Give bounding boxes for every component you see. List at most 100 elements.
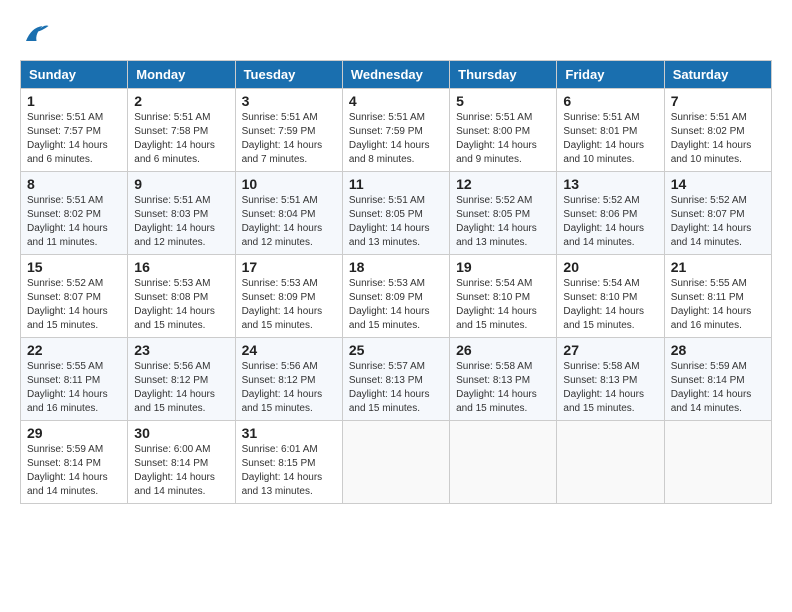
day-info: Sunrise: 5:53 AMSunset: 8:09 PMDaylight:… [242,277,336,333]
calendar-day-cell: 7 Sunrise: 5:51 AMSunset: 8:02 PMDaylight… [664,89,771,172]
day-info: Sunrise: 5:58 AMSunset: 8:13 PMDaylight:… [563,360,657,416]
calendar-day-cell: 23 Sunrise: 5:56 AMSunset: 8:12 PMDayligh… [128,338,235,421]
day-info: Sunrise: 5:55 AMSunset: 8:11 PMDaylight:… [671,277,765,333]
day-info: Sunrise: 5:51 AMSunset: 8:04 PMDaylight:… [242,194,336,250]
day-number: 25 [349,342,443,358]
calendar-day-cell: 4 Sunrise: 5:51 AMSunset: 7:59 PMDaylight… [342,89,449,172]
day-number: 18 [349,259,443,275]
calendar-week-row: 22Sunrise: 5:55 AMSunset: 8:11 PMDayligh… [21,338,772,421]
calendar-day-cell: 1 Sunrise: 5:51 AMSunset: 7:57 PMDaylight… [21,89,128,172]
calendar-day-cell: 13Sunrise: 5:52 AMSunset: 8:06 PMDayligh… [557,172,664,255]
day-number: 22 [27,342,121,358]
day-number: 13 [563,176,657,192]
logo [20,20,54,50]
calendar-day-cell: 16 Sunrise: 5:53 AMSunset: 8:08 PMDayligh… [128,255,235,338]
day-info: Sunrise: 5:54 AMSunset: 8:10 PMDaylight:… [563,277,657,333]
calendar-week-row: 8 Sunrise: 5:51 AMSunset: 8:02 PMDaylight… [21,172,772,255]
day-of-week-header: Wednesday [342,61,449,89]
calendar-day-cell [342,421,449,504]
calendar-day-cell: 25 Sunrise: 5:57 AMSunset: 8:13 PMDayligh… [342,338,449,421]
day-number: 21 [671,259,765,275]
calendar-body: 1 Sunrise: 5:51 AMSunset: 7:57 PMDaylight… [21,89,772,504]
day-info: Sunrise: 5:54 AMSunset: 8:10 PMDaylight:… [456,277,550,333]
calendar-day-cell: 8 Sunrise: 5:51 AMSunset: 8:02 PMDaylight… [21,172,128,255]
day-number: 8 [27,176,121,192]
calendar-day-cell: 30 Sunrise: 6:00 AMSunset: 8:14 PMDayligh… [128,421,235,504]
calendar-day-cell [450,421,557,504]
day-info: Sunrise: 5:52 AMSunset: 8:07 PMDaylight:… [671,194,765,250]
day-number: 29 [27,425,121,441]
page-header [20,20,772,50]
calendar-day-cell: 24 Sunrise: 5:56 AMSunset: 8:12 PMDayligh… [235,338,342,421]
day-number: 4 [349,93,443,109]
day-number: 3 [242,93,336,109]
day-info: Sunrise: 5:51 AMSunset: 7:57 PMDaylight:… [27,111,121,167]
calendar-day-cell: 10Sunrise: 5:51 AMSunset: 8:04 PMDayligh… [235,172,342,255]
day-number: 30 [134,425,228,441]
calendar-day-cell: 29 Sunrise: 5:59 AMSunset: 8:14 PMDayligh… [21,421,128,504]
day-number: 5 [456,93,550,109]
calendar-day-cell: 6Sunrise: 5:51 AMSunset: 8:01 PMDaylight… [557,89,664,172]
day-info: Sunrise: 5:51 AMSunset: 8:01 PMDaylight:… [563,111,657,167]
day-of-week-header: Saturday [664,61,771,89]
calendar-day-cell: 12 Sunrise: 5:52 AMSunset: 8:05 PMDayligh… [450,172,557,255]
calendar-day-cell: 5 Sunrise: 5:51 AMSunset: 8:00 PMDaylight… [450,89,557,172]
calendar-day-cell: 14 Sunrise: 5:52 AMSunset: 8:07 PMDayligh… [664,172,771,255]
day-info: Sunrise: 5:51 AMSunset: 8:05 PMDaylight:… [349,194,443,250]
day-number: 20 [563,259,657,275]
day-info: Sunrise: 6:01 AMSunset: 8:15 PMDaylight:… [242,443,336,499]
day-of-week-header: Sunday [21,61,128,89]
day-number: 19 [456,259,550,275]
day-of-week-header: Tuesday [235,61,342,89]
day-info: Sunrise: 5:59 AMSunset: 8:14 PMDaylight:… [27,443,121,499]
calendar-week-row: 1 Sunrise: 5:51 AMSunset: 7:57 PMDaylight… [21,89,772,172]
day-number: 23 [134,342,228,358]
day-info: Sunrise: 5:56 AMSunset: 8:12 PMDaylight:… [134,360,228,416]
day-number: 7 [671,93,765,109]
day-number: 27 [563,342,657,358]
calendar-table: SundayMondayTuesdayWednesdayThursdayFrid… [20,60,772,504]
day-number: 12 [456,176,550,192]
day-of-week-header: Monday [128,61,235,89]
day-number: 2 [134,93,228,109]
day-number: 9 [134,176,228,192]
calendar-day-cell: 15 Sunrise: 5:52 AMSunset: 8:07 PMDayligh… [21,255,128,338]
day-info: Sunrise: 5:51 AMSunset: 8:02 PMDaylight:… [671,111,765,167]
day-info: Sunrise: 5:51 AMSunset: 8:03 PMDaylight:… [134,194,228,250]
calendar-day-cell: 27 Sunrise: 5:58 AMSunset: 8:13 PMDayligh… [557,338,664,421]
calendar-day-cell [557,421,664,504]
day-info: Sunrise: 6:00 AMSunset: 8:14 PMDaylight:… [134,443,228,499]
day-number: 14 [671,176,765,192]
calendar-day-cell: 18Sunrise: 5:53 AMSunset: 8:09 PMDayligh… [342,255,449,338]
day-number: 24 [242,342,336,358]
calendar-day-cell: 2Sunrise: 5:51 AMSunset: 7:58 PMDaylight… [128,89,235,172]
calendar-day-cell: 19 Sunrise: 5:54 AMSunset: 8:10 PMDayligh… [450,255,557,338]
day-info: Sunrise: 5:58 AMSunset: 8:13 PMDaylight:… [456,360,550,416]
day-info: Sunrise: 5:51 AMSunset: 8:00 PMDaylight:… [456,111,550,167]
calendar-day-cell: 21 Sunrise: 5:55 AMSunset: 8:11 PMDayligh… [664,255,771,338]
logo-icon [20,20,50,50]
day-number: 15 [27,259,121,275]
day-number: 26 [456,342,550,358]
calendar-day-cell: 28 Sunrise: 5:59 AMSunset: 8:14 PMDayligh… [664,338,771,421]
calendar-day-cell: 9 Sunrise: 5:51 AMSunset: 8:03 PMDaylight… [128,172,235,255]
calendar-week-row: 15 Sunrise: 5:52 AMSunset: 8:07 PMDayligh… [21,255,772,338]
day-number: 11 [349,176,443,192]
day-info: Sunrise: 5:51 AMSunset: 7:59 PMDaylight:… [242,111,336,167]
calendar-day-cell: 20 Sunrise: 5:54 AMSunset: 8:10 PMDayligh… [557,255,664,338]
day-number: 16 [134,259,228,275]
day-info: Sunrise: 5:53 AMSunset: 8:08 PMDaylight:… [134,277,228,333]
day-number: 28 [671,342,765,358]
day-info: Sunrise: 5:52 AMSunset: 8:05 PMDaylight:… [456,194,550,250]
day-info: Sunrise: 5:51 AMSunset: 7:59 PMDaylight:… [349,111,443,167]
calendar-week-row: 29 Sunrise: 5:59 AMSunset: 8:14 PMDayligh… [21,421,772,504]
day-info: Sunrise: 5:51 AMSunset: 8:02 PMDaylight:… [27,194,121,250]
calendar-day-cell: 31Sunrise: 6:01 AMSunset: 8:15 PMDayligh… [235,421,342,504]
day-info: Sunrise: 5:57 AMSunset: 8:13 PMDaylight:… [349,360,443,416]
day-number: 1 [27,93,121,109]
day-info: Sunrise: 5:56 AMSunset: 8:12 PMDaylight:… [242,360,336,416]
day-info: Sunrise: 5:52 AMSunset: 8:07 PMDaylight:… [27,277,121,333]
calendar-header-row: SundayMondayTuesdayWednesdayThursdayFrid… [21,61,772,89]
day-info: Sunrise: 5:59 AMSunset: 8:14 PMDaylight:… [671,360,765,416]
day-number: 17 [242,259,336,275]
